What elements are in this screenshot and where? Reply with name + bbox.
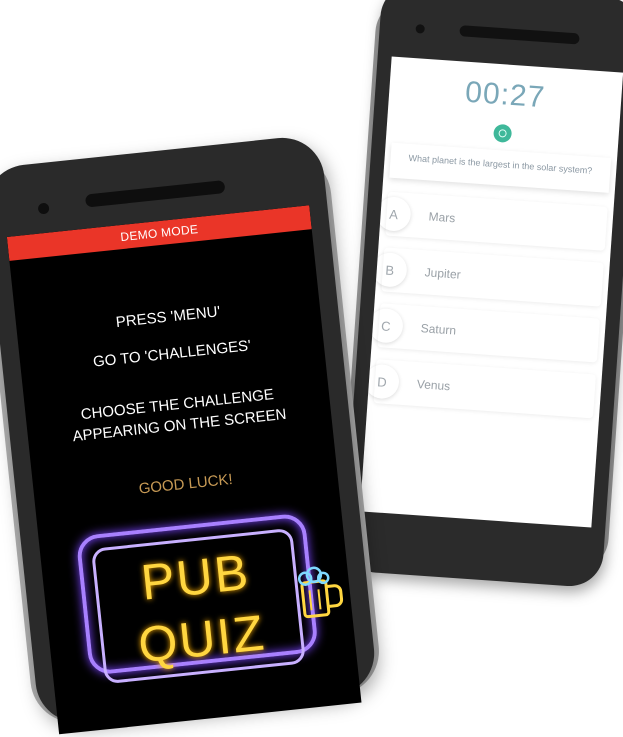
demo-mode-banner: DEMO MODE [6, 205, 312, 261]
quiz-phone: 00:27 What planet is the largest in the … [338, 0, 623, 589]
answer-option-c[interactable]: C Saturn [377, 303, 600, 363]
answer-letter: C [368, 308, 404, 344]
countdown-timer: 00:27 [464, 75, 547, 115]
answer-text: Venus [416, 377, 451, 394]
pub-quiz-logo: PUB QUIZ [75, 512, 344, 685]
speaker-grille [84, 180, 226, 208]
speaker-grille [459, 25, 580, 45]
good-luck-text: GOOD LUCK! [137, 470, 234, 498]
pub-quiz-phone: DEMO MODE PRESS 'MENU' GO TO 'CHALLENGES… [0, 133, 384, 735]
beer-mug-icon [297, 566, 344, 619]
camera-icon [415, 24, 425, 34]
answer-letter: D [364, 363, 400, 399]
camera-icon [37, 202, 50, 215]
answer-list: A Mars B Jupiter C Saturn D Venus [367, 191, 613, 419]
answer-option-b[interactable]: B Jupiter [381, 247, 604, 307]
phone-body: 00:27 What planet is the largest in the … [341, 0, 623, 589]
answer-option-d[interactable]: D Venus [373, 359, 597, 419]
timer-clock-icon [492, 123, 513, 143]
answer-letter: B [372, 252, 408, 288]
answer-text: Jupiter [424, 265, 462, 282]
pub-quiz-screen: DEMO MODE PRESS 'MENU' GO TO 'CHALLENGES… [6, 205, 362, 735]
answer-option-a[interactable]: A Mars [385, 191, 608, 251]
phone-body: DEMO MODE PRESS 'MENU' GO TO 'CHALLENGES… [0, 133, 379, 735]
question-card: What planet is the largest in the solar … [389, 142, 612, 193]
quiz-screen: 00:27 What planet is the largest in the … [359, 56, 623, 528]
answer-text: Mars [428, 209, 456, 226]
answer-text: Saturn [420, 321, 457, 338]
answer-letter: A [376, 196, 412, 232]
